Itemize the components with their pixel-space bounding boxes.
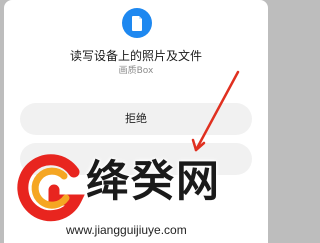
watermark-url: www.jiangguijiuye.com xyxy=(66,223,187,237)
watermark-name: 绛癸网 xyxy=(86,157,221,207)
watermark-logo xyxy=(17,154,85,222)
screenshot: 读写设备上的照片及文件 画质Box 拒绝 绛癸网 www.jiangguijiu… xyxy=(0,0,272,243)
